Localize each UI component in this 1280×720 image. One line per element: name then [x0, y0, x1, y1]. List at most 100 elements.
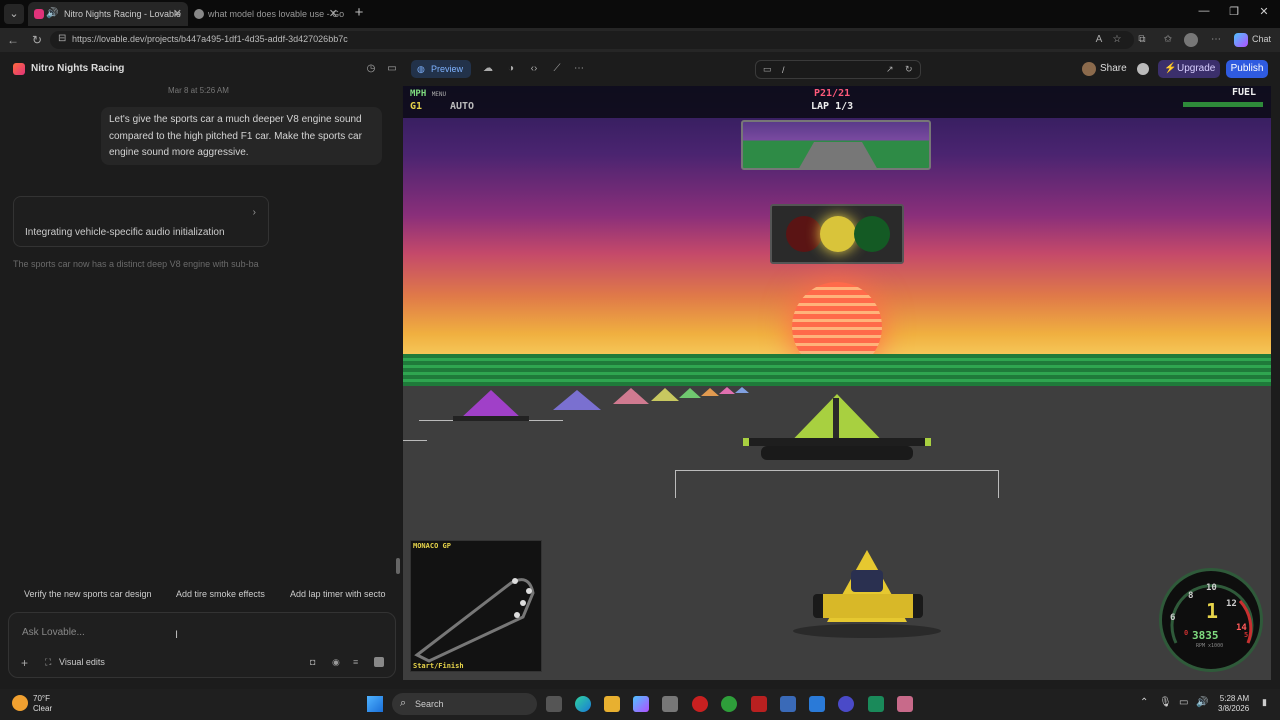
microphone-tray-icon[interactable]: 🎙 [1159, 697, 1172, 708]
read-aloud-icon[interactable]: A [1092, 33, 1106, 47]
tab-search[interactable]: what model does lovable use - Go ✕ [188, 2, 344, 26]
favorite-star-icon[interactable]: ☆ [1110, 33, 1124, 47]
browser-tab-strip: ⌄ 🔊 Nitro Nights Racing - Lovable ✕ what… [0, 0, 1280, 28]
volume-icon[interactable]: 🔊 [1196, 697, 1208, 708]
back-icon[interactable]: ← [5, 32, 21, 48]
system-clock[interactable]: 5:28 AM 3/8/2026 [1218, 694, 1249, 714]
site-info-icon[interactable]: ⊟ [58, 33, 66, 44]
code-icon[interactable]: ‹› [527, 62, 541, 76]
tab-lovable[interactable]: 🔊 Nitro Nights Racing - Lovable ✕ [28, 2, 188, 26]
visual-edits-label: Visual edits [59, 657, 105, 667]
start-lights [770, 204, 904, 264]
microphone-icon[interactable]: ◉ [332, 657, 340, 668]
app-icon[interactable] [897, 696, 913, 712]
store-icon[interactable] [662, 696, 678, 712]
close-window-icon[interactable]: ✕ [1254, 5, 1274, 18]
task-view-icon[interactable] [546, 696, 562, 712]
clock-date: 3/8/2026 [1218, 704, 1250, 713]
device-icon[interactable]: ▭ [763, 64, 772, 75]
minimize-icon[interactable]: — [1194, 5, 1214, 17]
preview-tab[interactable]: ◍ Preview [411, 60, 471, 78]
app-icon[interactable] [838, 696, 854, 712]
tray-overflow-icon[interactable]: ⌃ [1140, 697, 1148, 708]
upgrade-button[interactable]: ⚡ Upgrade [1158, 60, 1220, 78]
github-icon[interactable] [1137, 63, 1149, 75]
queue-icon[interactable]: ≡ [353, 657, 358, 667]
chat-input-box[interactable]: Ask Lovable... I + ⛶ Visual edits ◘ ◉ ≡ [8, 612, 396, 678]
stop-icon[interactable] [374, 657, 384, 667]
open-external-icon[interactable]: ↗ [886, 64, 894, 75]
chat-scrollbar[interactable] [396, 558, 400, 574]
opponent-car [701, 388, 719, 396]
network-icon[interactable]: ▭ [1179, 697, 1188, 708]
analytics-icon[interactable]: ⟋ [550, 62, 564, 76]
game-preview[interactable]: MPH MENU G1 AUTO P21/21 LAP 1/3 FUEL MON… [403, 86, 1271, 680]
refresh-icon[interactable]: ↻ [29, 32, 45, 48]
restore-icon[interactable]: ❐ [1224, 5, 1244, 18]
app-icon[interactable] [809, 696, 825, 712]
minimap-track-name: MONACO GP [413, 542, 451, 550]
rearview-mirror [741, 120, 931, 170]
chevron-down-icon[interactable]: ⌄ [116, 63, 123, 72]
tab-title: Nitro Nights Racing - Lovable [64, 9, 182, 19]
extensions-icon[interactable]: ⧉ [1135, 33, 1149, 47]
yellow-light [820, 216, 856, 252]
new-tab-icon[interactable]: + [350, 4, 368, 22]
close-tab-icon[interactable]: ✕ [329, 2, 338, 26]
xbox-icon[interactable] [721, 696, 737, 712]
tab-actions-menu-icon[interactable]: ⌄ [4, 4, 24, 24]
opera-icon[interactable] [692, 696, 708, 712]
project-name[interactable]: Nitro Nights Racing [31, 63, 124, 74]
taskbar-search[interactable]: ⌕ Search [392, 693, 537, 715]
lovable-favicon-icon [34, 9, 44, 19]
visual-edits-button[interactable]: ⛶ Visual edits [45, 657, 105, 667]
share-button[interactable]: Share [1082, 60, 1127, 78]
preview-scroll-gutter [1271, 86, 1280, 680]
red-light [786, 216, 822, 252]
publish-button[interactable]: Publish [1226, 60, 1268, 78]
task-label: Integrating vehicle-specific audio initi… [25, 227, 225, 238]
url-field[interactable]: ⊟ https://lovable.dev/projects/b447a495-… [50, 31, 1134, 49]
history-icon[interactable]: ◷ [364, 62, 378, 76]
car-wheels [761, 446, 913, 460]
speaker-icon[interactable]: 🔊 [46, 2, 58, 26]
start-grid-line [675, 470, 999, 471]
notification-icon[interactable]: ▮ [1262, 697, 1267, 708]
speedometer: 6 8 10 12 14 1 0 5 3835 RPM x1000 [1159, 568, 1263, 672]
app-icon[interactable] [751, 696, 767, 712]
weather-widget[interactable]: 70°F Clear [33, 694, 52, 714]
add-attachment-icon[interactable]: + [21, 656, 28, 670]
weather-icon[interactable] [12, 695, 28, 711]
sidebar-toggle-icon[interactable]: ▭ [385, 62, 399, 76]
more-options-icon[interactable]: ⋯ [572, 62, 586, 76]
suggestion-chip[interactable]: Add tire smoke effects [176, 589, 276, 603]
chat-mode-icon[interactable]: ◘ [310, 657, 315, 667]
copilot-app-icon[interactable] [633, 696, 649, 712]
profile-avatar-icon[interactable] [1184, 33, 1198, 47]
route-selector[interactable]: ▭ / ↗ ↻ [755, 60, 921, 79]
close-tab-icon[interactable]: ✕ [173, 2, 182, 26]
cloud-icon[interactable]: ☁ [481, 62, 495, 76]
file-explorer-icon[interactable] [604, 696, 620, 712]
opponent-car [651, 388, 679, 401]
palette-icon[interactable]: ◑ [504, 62, 518, 76]
bolt-icon: ⚡ [1164, 63, 1177, 74]
fuel-label: FUEL [1232, 87, 1257, 98]
edge-browser-icon[interactable] [575, 696, 591, 712]
copilot-icon[interactable] [1234, 33, 1248, 47]
chevron-right-icon[interactable]: › [253, 207, 256, 218]
app-icon[interactable] [868, 696, 884, 712]
chat-input[interactable]: Ask Lovable... [22, 627, 85, 638]
chat-panel: Mar 8 at 5:26 AM Let's give the sports c… [0, 86, 402, 680]
reload-preview-icon[interactable]: ↻ [905, 64, 913, 75]
task-card[interactable]: › Integrating vehicle-specific audio ini… [13, 196, 269, 247]
suggestion-chip[interactable]: Add lap timer with secto [290, 589, 395, 603]
favorites-icon[interactable]: ✩ [1161, 33, 1175, 47]
text-cursor-icon: I [175, 629, 179, 641]
menu-button[interactable]: MENU [432, 91, 446, 98]
more-menu-icon[interactable]: ⋯ [1209, 33, 1223, 47]
suggestion-chip[interactable]: Verify the new sports car design [24, 589, 160, 603]
powershell-icon[interactable] [780, 696, 796, 712]
copilot-label[interactable]: Chat [1252, 34, 1271, 44]
windows-start-icon[interactable] [367, 696, 383, 712]
